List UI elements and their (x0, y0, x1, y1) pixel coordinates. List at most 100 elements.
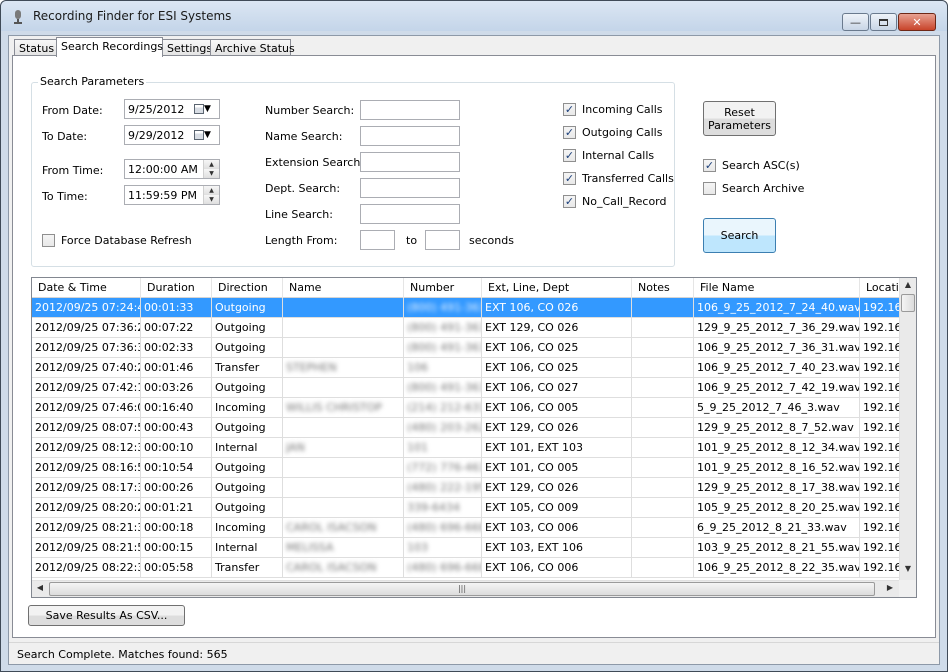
table-row[interactable]: 2012/09/25 07:36:29 00:07:22 Outgoing (800)… (32, 318, 900, 338)
calendar-icon[interactable]: ▼ (194, 102, 216, 116)
cell-direction: Outgoing (212, 378, 283, 398)
to-date-picker[interactable]: 9/29/2012 ▼ (124, 125, 220, 145)
incoming-calls-checkbox[interactable]: ✓ Incoming Calls (563, 103, 662, 116)
horizontal-scrollbar[interactable]: ◀ ||| ▶ (32, 580, 900, 597)
cell-direction: Transfer (212, 358, 283, 378)
check-icon[interactable]: ✓ (563, 103, 576, 116)
check-icon[interactable]: ✓ (563, 172, 576, 185)
close-button[interactable]: ✕ (898, 13, 936, 31)
search-asc-checkbox[interactable]: ✓ Search ASC(s) (703, 159, 800, 172)
cell-number-text: 101 (407, 441, 428, 454)
search-archive-checkbox[interactable]: Search Archive (703, 182, 804, 195)
tab-archive-status[interactable]: Archive Status (210, 39, 295, 56)
cell-duration-text: 00:02:33 (144, 341, 194, 354)
table-row[interactable]: 2012/09/25 08:07:52 00:00:43 Outgoing (480)… (32, 418, 900, 438)
table-row[interactable]: 2012/09/25 08:22:35 00:05:58 Transfer CAROL… (32, 558, 900, 578)
cell-notes (632, 458, 694, 478)
number-search-input[interactable] (360, 100, 460, 120)
extension-search-input[interactable] (360, 152, 460, 172)
checkbox-box[interactable] (42, 234, 55, 247)
column-header-ext-line-dept[interactable]: Ext, Line, Dept (482, 278, 632, 298)
transferred-calls-checkbox[interactable]: ✓ Transferred Calls (563, 172, 674, 185)
column-header-number[interactable]: Number (404, 278, 482, 298)
table-row[interactable]: 2012/09/25 08:17:38 00:00:26 Outgoing (480)… (32, 478, 900, 498)
calendar-icon[interactable]: ▼ (194, 128, 216, 142)
cell-location-text: 192.16 (863, 361, 900, 374)
reset-parameters-button[interactable]: Reset Parameters (703, 101, 776, 136)
cell-file-name-text: 106_9_25_2012_7_24_40.wav (697, 301, 860, 314)
outgoing-calls-checkbox[interactable]: ✓ Outgoing Calls (563, 126, 662, 139)
cell-ext-line-dept: EXT 106, CO 026 (482, 298, 632, 318)
internal-calls-checkbox[interactable]: ✓ Internal Calls (563, 149, 654, 162)
column-header-direction[interactable]: Direction (212, 278, 283, 298)
tab-status[interactable]: Status (14, 39, 57, 56)
dept-search-input[interactable] (360, 178, 460, 198)
column-header-notes[interactable]: Notes (632, 278, 694, 298)
table-row[interactable]: 2012/09/25 08:16:52 00:10:54 Outgoing (772)… (32, 458, 900, 478)
force-refresh-checkbox[interactable]: Force Database Refresh (42, 234, 192, 247)
table-row[interactable]: 2012/09/25 08:20:25 00:01:21 Outgoing 339-6… (32, 498, 900, 518)
scroll-down-icon[interactable]: ▼ (900, 564, 916, 573)
cell-ext-line-dept: EXT 105, CO 009 (482, 498, 632, 518)
check-icon[interactable]: ✓ (563, 195, 576, 208)
spin-icon[interactable]: ▲ ▼ (203, 160, 219, 178)
table-row[interactable]: 2012/09/25 08:21:55 00:00:15 Internal MELIS… (32, 538, 900, 558)
to-time-picker[interactable]: 11:59:59 PM ▲ ▼ (124, 185, 220, 205)
name-search-input[interactable] (360, 126, 460, 146)
table-row[interactable]: 2012/09/25 08:12:34 00:00:10 Internal JAN 10… (32, 438, 900, 458)
check-icon[interactable]: ✓ (563, 149, 576, 162)
cell-file-name: 101_9_25_2012_8_12_34.wav (694, 438, 860, 458)
cell-ext-line-dept: EXT 101, CO 005 (482, 458, 632, 478)
check-icon[interactable]: ✓ (563, 126, 576, 139)
table-row[interactable]: 2012/09/25 07:42:19 00:03:26 Outgoing (800)… (32, 378, 900, 398)
table-row[interactable]: 2012/09/25 08:21:33 00:00:18 Incoming CAROL… (32, 518, 900, 538)
length-to-input[interactable] (425, 230, 460, 250)
tab-settings[interactable]: Settings (162, 39, 212, 56)
horizontal-scroll-thumb[interactable]: ||| (49, 582, 875, 596)
cell-file-name: 106_9_25_2012_7_24_40.wav (694, 298, 860, 318)
cell-number: (800) 491-3639 (404, 298, 482, 318)
column-header-file-name[interactable]: File Name (694, 278, 860, 298)
no-call-record-checkbox[interactable]: ✓ No_Call_Record (563, 195, 667, 208)
scroll-right-icon[interactable]: ▶ (882, 583, 898, 592)
column-header-name[interactable]: Name (283, 278, 404, 298)
cell-location-text: 192.16 (863, 541, 900, 554)
column-header-location[interactable]: Locati (860, 278, 900, 298)
from-time-picker[interactable]: 12:00:00 AM ▲ ▼ (124, 159, 220, 179)
cell-location: 192.16 (860, 338, 900, 358)
scroll-left-icon[interactable]: ◀ (32, 583, 48, 592)
table-row[interactable]: 2012/09/25 07:40:23 00:01:46 Transfer STEPH… (32, 358, 900, 378)
cell-direction: Incoming (212, 518, 283, 538)
cell-ext-line-dept: EXT 106, CO 025 (482, 358, 632, 378)
check-icon[interactable]: ✓ (703, 159, 716, 172)
cell-ext-line-dept-text: EXT 129, CO 026 (485, 481, 579, 494)
table-row[interactable]: 2012/09/25 07:46:03 00:16:40 Incoming WILLI… (32, 398, 900, 418)
save-csv-button[interactable]: Save Results As CSV... (28, 605, 185, 626)
checkbox-box[interactable] (703, 182, 716, 195)
vertical-scroll-thumb[interactable] (901, 294, 915, 312)
cell-ext-line-dept: EXT 103, EXT 106 (482, 538, 632, 558)
tab-search-recordings[interactable]: Search Recordings (56, 37, 163, 57)
scroll-up-icon[interactable]: ▲ (900, 280, 916, 289)
table-row[interactable]: 2012/09/25 07:36:31 00:02:33 Outgoing (800)… (32, 338, 900, 358)
scrollbar-corner (899, 580, 916, 597)
cell-direction-text: Incoming (215, 401, 266, 414)
results-grid[interactable]: Date & Time Duration Direction Name Number Ex… (31, 277, 917, 598)
column-header-duration[interactable]: Duration (141, 278, 212, 298)
column-header-date-time[interactable]: Date & Time (32, 278, 141, 298)
cell-date-time: 2012/09/25 07:36:29 (32, 318, 141, 338)
length-from-input[interactable] (360, 230, 395, 250)
maximize-button[interactable] (870, 13, 897, 31)
spin-icon[interactable]: ▲ ▼ (203, 186, 219, 204)
search-button[interactable]: Search (703, 218, 776, 253)
cell-duration-text: 00:05:58 (144, 561, 194, 574)
cell-date-time-text: 2012/09/25 08:21:55 (35, 541, 141, 554)
cell-number: (800) 491-3639 (404, 338, 482, 358)
minimize-button[interactable]: — (842, 13, 869, 31)
table-row[interactable]: 2012/09/25 07:24:40 00:01:33 Outgoing (800)… (32, 298, 900, 318)
cell-file-name-text: 129_9_25_2012_8_7_52.wav (697, 421, 854, 434)
vertical-scrollbar[interactable]: ▲ ▼ (899, 278, 916, 580)
seconds-label: seconds (469, 234, 514, 247)
from-date-picker[interactable]: 9/25/2012 ▼ (124, 99, 220, 119)
line-search-input[interactable] (360, 204, 460, 224)
